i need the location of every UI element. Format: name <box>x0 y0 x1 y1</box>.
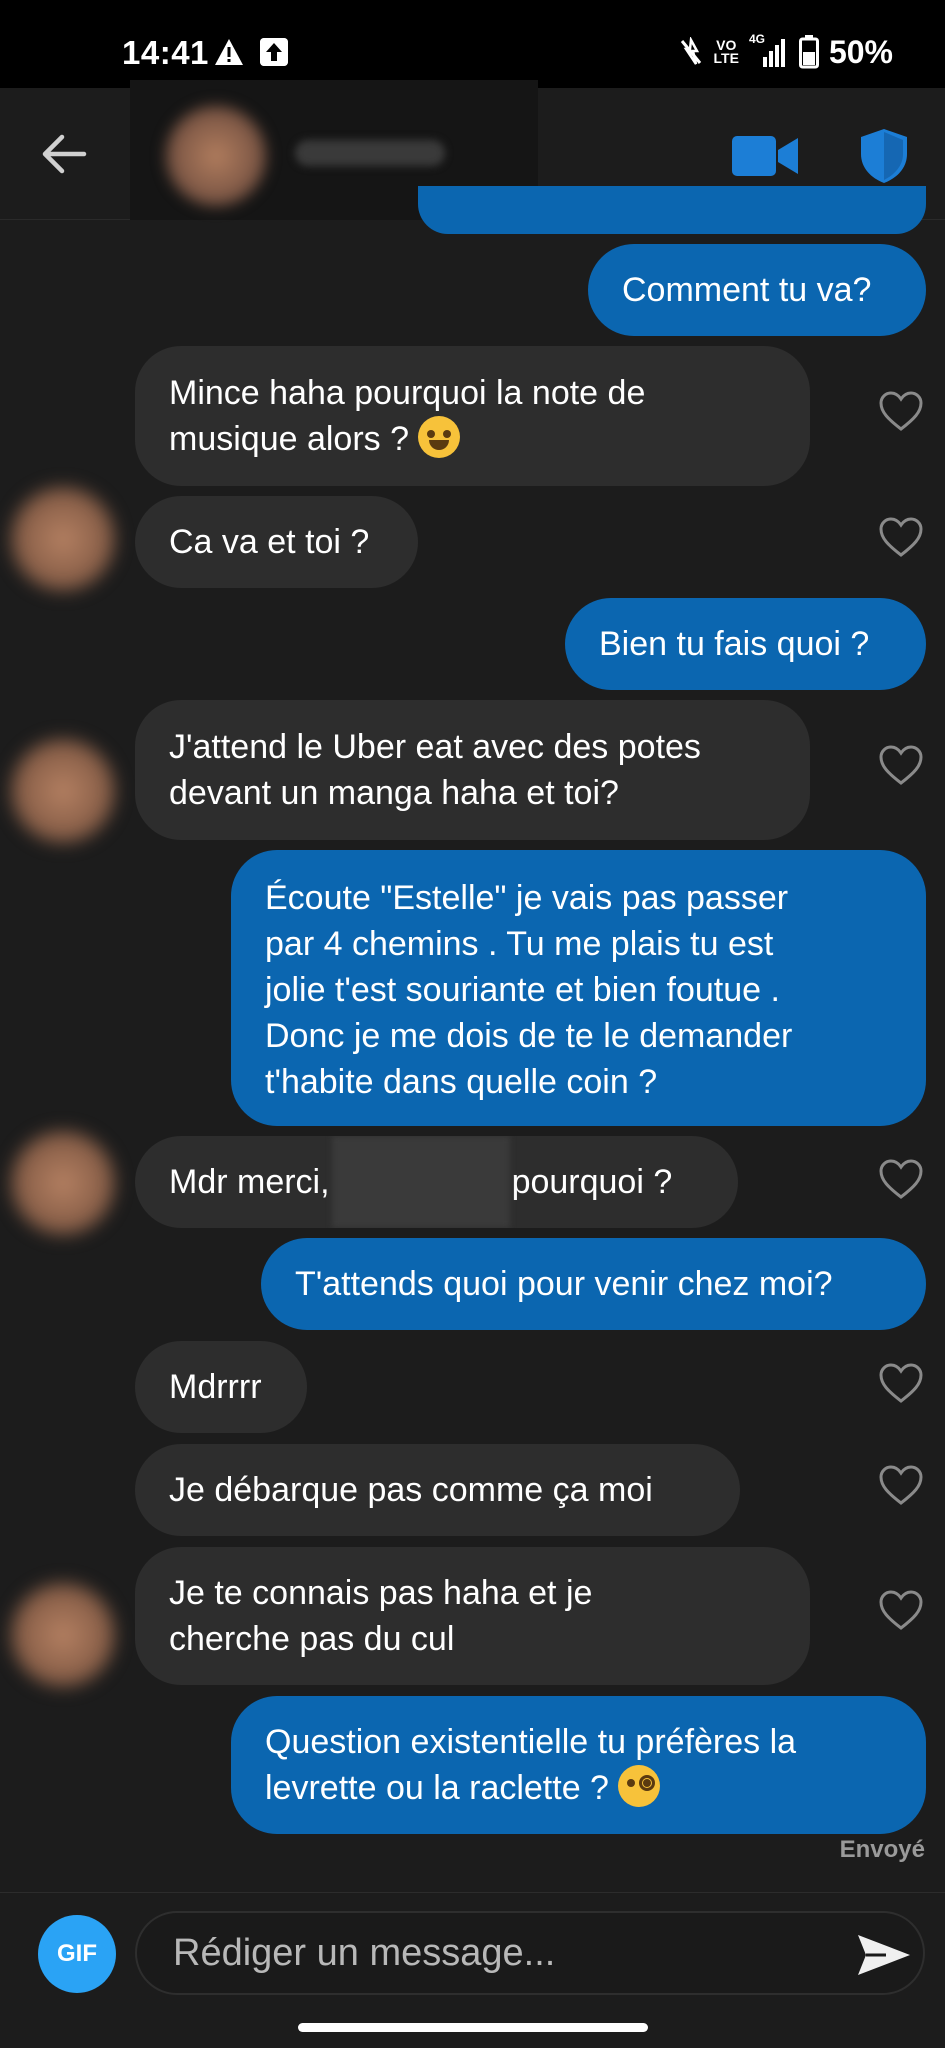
arrow-left-icon[interactable] <box>40 132 88 176</box>
message-text: Mdrrrr <box>169 1368 262 1406</box>
message-text: Comment tu va? <box>622 271 872 309</box>
heart-icon[interactable] <box>878 516 924 558</box>
message-text-line: par 4 chemins . Tu me plais tu est <box>265 925 774 963</box>
message-bubble-incoming[interactable]: Mince haha pourquoi la note de musique a… <box>135 346 810 486</box>
signal-icon: 4G <box>749 33 789 69</box>
message-text: Je débarque pas comme ça moi <box>169 1471 653 1509</box>
message-bubble-outgoing[interactable]: Bien tu fais quoi ? <box>565 598 926 690</box>
message-bubble-partial[interactable] <box>418 186 926 234</box>
message-text-line: Donc je me dois de te le demander <box>265 1017 793 1055</box>
redacted-text <box>331 1136 510 1228</box>
message-text-line: jolie t'est souriante et bien foutue . <box>265 971 780 1009</box>
message-text: Mdr merci, <box>169 1163 330 1201</box>
heart-icon[interactable] <box>878 1464 924 1506</box>
sender-avatar[interactable] <box>4 732 122 850</box>
heart-icon[interactable] <box>878 744 924 786</box>
message-text-line: devant un manga haha et toi? <box>169 774 619 812</box>
mute-icon <box>680 37 701 65</box>
sender-avatar[interactable] <box>4 1124 122 1242</box>
message-text: Je te connais pas haha et je <box>169 1574 593 1612</box>
warning-icon <box>215 39 243 65</box>
message-text-line: musique alors ? <box>169 416 776 462</box>
contact-avatar[interactable] <box>162 102 270 210</box>
message-text: Mince haha pourquoi la note de <box>169 374 646 412</box>
message-text: Ca va et toi ? <box>169 523 370 561</box>
sent-status: Envoyé <box>839 1836 925 1863</box>
grinning-sweat-emoji-icon <box>418 416 461 458</box>
message-composer: GIF <box>0 1892 945 2012</box>
send-icon[interactable] <box>856 1933 912 1977</box>
battery-icon <box>798 35 819 69</box>
heart-icon[interactable] <box>878 1158 924 1200</box>
sender-avatar[interactable] <box>4 480 122 598</box>
battery-percent: 50% <box>828 33 893 70</box>
message-text-after: pourquoi ? <box>511 1163 673 1201</box>
message-bubble-incoming[interactable]: Je te connais pas haha et je cherche pas… <box>135 1547 810 1685</box>
upload-icon <box>260 38 288 66</box>
message-input[interactable] <box>135 1911 925 1995</box>
message-text: Bien tu fais quoi ? <box>599 625 870 663</box>
message-text-line: cherche pas du cul <box>169 1620 455 1658</box>
sender-avatar[interactable] <box>4 1576 122 1694</box>
contact-name-redacted <box>295 140 445 166</box>
message-text: J'attend le Uber eat avec des potes <box>169 728 701 766</box>
message-bubble-outgoing[interactable]: T'attends quoi pour venir chez moi? <box>261 1238 926 1330</box>
message-text: Question existentielle tu préfères la <box>265 1723 797 1761</box>
message-bubble-incoming[interactable]: Ca va et toi ? <box>135 496 418 588</box>
video-camera-icon[interactable] <box>732 136 798 176</box>
heart-icon[interactable] <box>878 1362 924 1404</box>
heart-icon[interactable] <box>878 390 924 432</box>
message-bubble-outgoing[interactable]: Comment tu va? <box>588 244 926 336</box>
message-text-line: levrette ou la raclette ? <box>265 1765 892 1811</box>
message-bubble-incoming[interactable]: Mdr merci, pourquoi ? <box>135 1136 738 1228</box>
message-bubble-incoming[interactable]: J'attend le Uber eat avec des potes deva… <box>135 700 810 840</box>
home-indicator[interactable] <box>298 2023 648 2032</box>
shield-icon[interactable] <box>860 128 908 184</box>
message-text: Écoute "Estelle" je vais pas passer <box>265 879 789 917</box>
heart-icon[interactable] <box>878 1589 924 1631</box>
message-bubble-outgoing[interactable]: Écoute "Estelle" je vais pas passer par … <box>231 850 926 1126</box>
status-indicators: VO LTE 4G 50% <box>678 32 893 72</box>
volte-indicator: VO LTE <box>713 37 739 66</box>
message-text: T'attends quoi pour venir chez moi? <box>295 1265 833 1303</box>
status-bar: 14:41 VO LTE 4G 50% <box>0 0 945 88</box>
message-bubble-outgoing[interactable]: Question existentielle tu préfères la le… <box>231 1696 926 1834</box>
message-bubble-incoming[interactable]: Mdrrrr <box>135 1341 307 1433</box>
face-with-monocle-emoji-icon <box>618 1765 661 1807</box>
gif-button[interactable]: GIF <box>38 1915 116 1993</box>
status-time: 14:41 <box>122 34 209 71</box>
message-bubble-incoming[interactable]: Je débarque pas comme ça moi <box>135 1444 740 1536</box>
message-text-line: t'habite dans quelle coin ? <box>265 1063 658 1101</box>
